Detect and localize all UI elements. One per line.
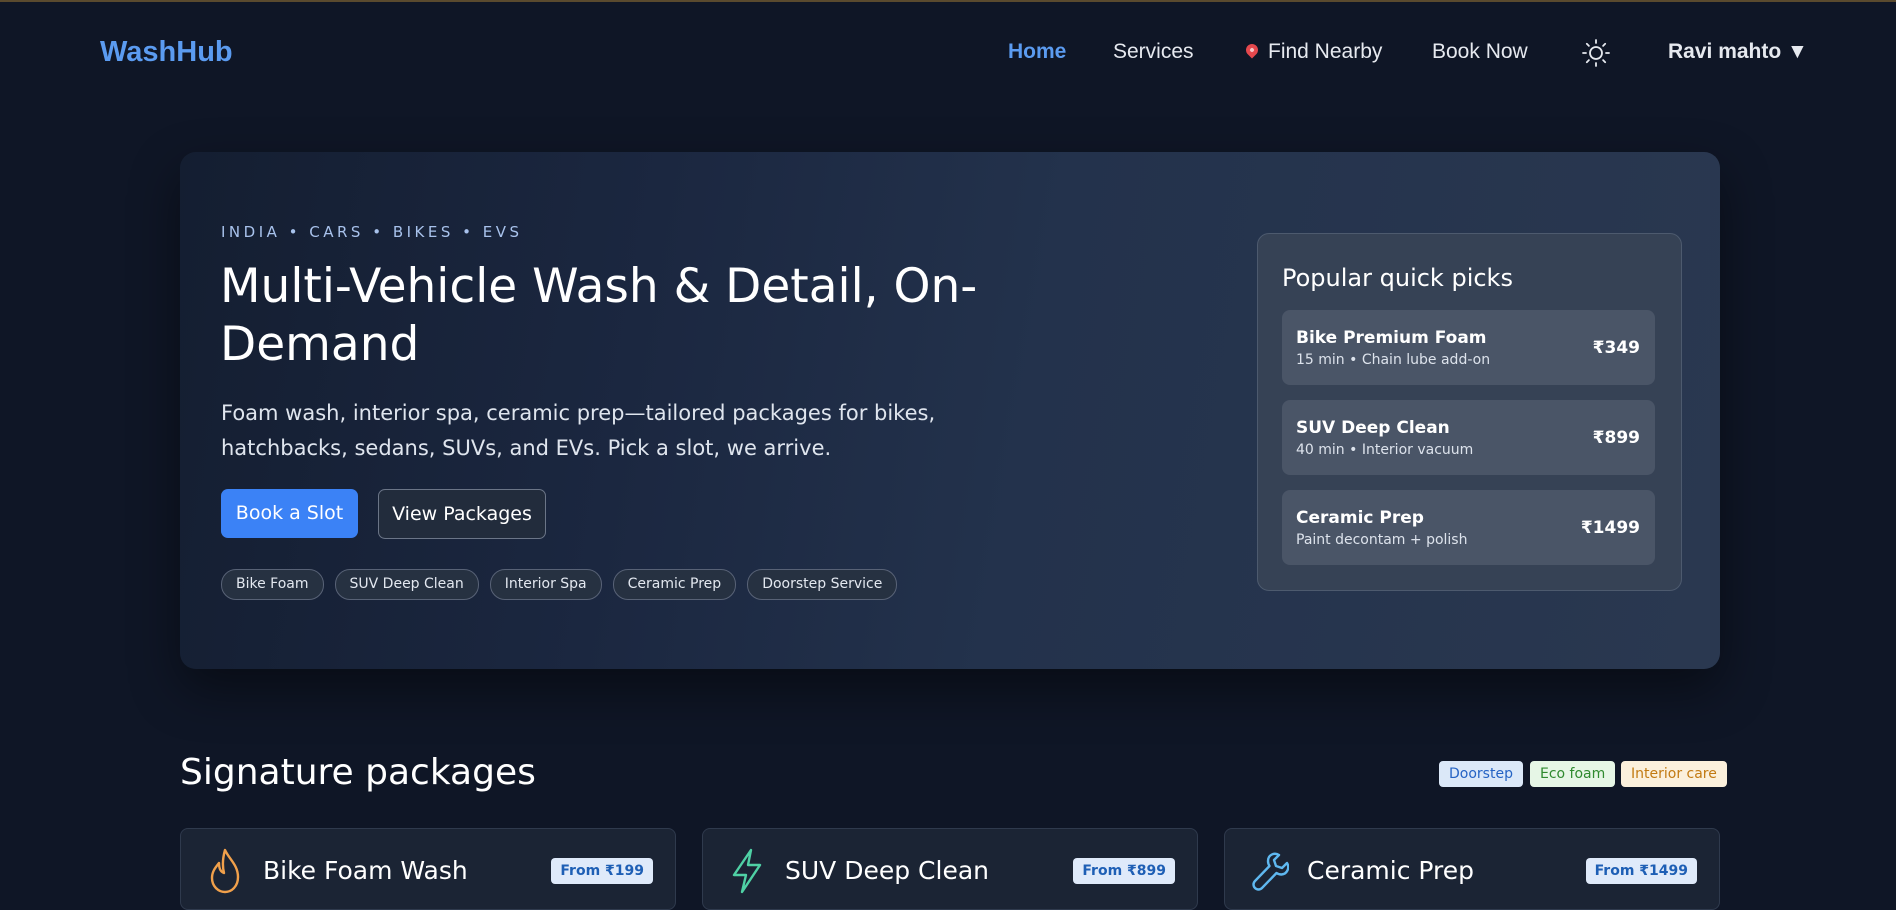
quick-pick-price: ₹1499: [1580, 518, 1640, 538]
theme-toggle-button[interactable]: [1581, 38, 1611, 68]
package-card[interactable]: Ceramic Prep From ₹1499: [1224, 828, 1720, 910]
chip-suv-deep-clean[interactable]: SUV Deep Clean: [334, 569, 479, 600]
chip-doorstep-service[interactable]: Doorstep Service: [747, 569, 898, 600]
book-slot-button[interactable]: Book a Slot: [221, 489, 358, 538]
hero-eyebrow: INDIA • CARS • BIKES • EVS: [221, 223, 523, 241]
package-card-title: Bike Foam Wash: [263, 856, 468, 885]
quick-pick-name: Ceramic Prep: [1296, 508, 1424, 528]
sun-icon: [1582, 39, 1610, 67]
view-packages-button[interactable]: View Packages: [378, 489, 546, 539]
hero-title: Multi-Vehicle Wash & Detail, On-Demand: [220, 259, 978, 372]
nav-home-link[interactable]: Home: [1008, 40, 1066, 64]
chip-bike-foam[interactable]: Bike Foam: [221, 569, 324, 600]
quick-pick-meta: 15 min • Chain lube add-on: [1296, 352, 1491, 368]
tag-interior-care: Interior care: [1621, 761, 1727, 787]
service-chips: Bike Foam SUV Deep Clean Interior Spa Ce…: [221, 569, 898, 600]
chip-interior-spa[interactable]: Interior Spa: [489, 569, 602, 600]
package-card[interactable]: SUV Deep Clean From ₹899: [702, 828, 1198, 910]
package-price-badge: From ₹199: [551, 858, 653, 884]
quick-pick-meta: 40 min • Interior vacuum: [1296, 442, 1474, 458]
map-pin-icon: [1243, 41, 1261, 59]
quick-pick-item[interactable]: SUV Deep Clean 40 min • Interior vacuum …: [1282, 400, 1655, 475]
package-price-badge: From ₹1499: [1585, 858, 1697, 884]
tag-doorstep: Doorstep: [1439, 761, 1523, 787]
nav-find-nearby-label: Find Nearby: [1268, 40, 1383, 63]
quick-pick-meta: Paint decontam + polish: [1296, 532, 1468, 548]
tag-eco-foam: Eco foam: [1530, 761, 1616, 787]
package-price-badge: From ₹899: [1073, 858, 1175, 884]
quick-picks-panel: Popular quick picks Bike Premium Foam 15…: [1257, 233, 1682, 591]
nav-find-nearby-link[interactable]: Find Nearby: [1243, 40, 1383, 64]
quick-pick-name: Bike Premium Foam: [1296, 328, 1487, 348]
package-card[interactable]: Bike Foam Wash From ₹199: [180, 828, 676, 910]
quick-pick-item[interactable]: Bike Premium Foam 15 min • Chain lube ad…: [1282, 310, 1655, 385]
logo[interactable]: WashHub: [100, 36, 233, 69]
packages-title: Signature packages: [180, 752, 536, 793]
nav-services-link[interactable]: Services: [1113, 40, 1194, 64]
flame-icon: [210, 848, 240, 894]
quick-pick-price: ₹349: [1592, 338, 1640, 358]
user-menu[interactable]: Ravi mahto ▼: [1668, 40, 1808, 64]
quick-pick-name: SUV Deep Clean: [1296, 418, 1450, 438]
quick-pick-price: ₹899: [1592, 428, 1640, 448]
quick-picks-title: Popular quick picks: [1282, 264, 1513, 292]
wrench-icon: [1252, 852, 1289, 891]
package-card-title: Ceramic Prep: [1307, 856, 1475, 885]
lightning-icon: [732, 848, 762, 894]
package-card-title: SUV Deep Clean: [785, 856, 989, 885]
nav-book-now-link[interactable]: Book Now: [1432, 40, 1528, 64]
hero-subtitle: Foam wash, interior spa, ceramic prep—ta…: [221, 401, 936, 460]
quick-pick-item[interactable]: Ceramic Prep Paint decontam + polish ₹14…: [1282, 490, 1655, 565]
navbar: WashHub Home Services Find Nearby Book N…: [0, 2, 1896, 102]
chip-ceramic-prep[interactable]: Ceramic Prep: [612, 569, 737, 600]
